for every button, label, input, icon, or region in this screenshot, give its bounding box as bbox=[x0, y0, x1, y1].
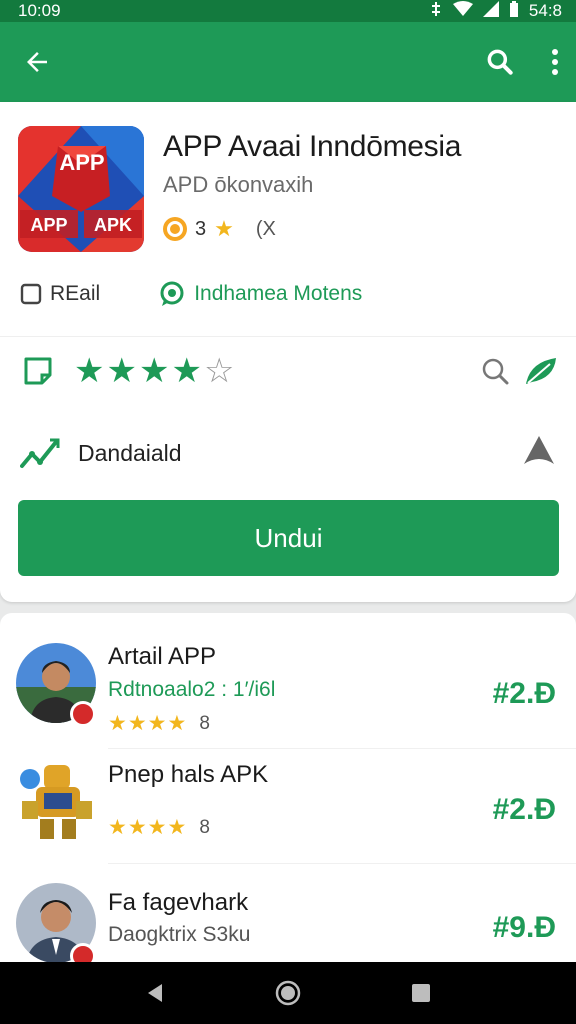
star-icon: ★ bbox=[127, 816, 147, 839]
app-rating-value: 3 bbox=[195, 217, 207, 240]
wifi-icon bbox=[452, 0, 473, 22]
downloads-row: Dandaiald bbox=[20, 434, 556, 473]
install-button[interactable]: Undui bbox=[18, 500, 559, 576]
tag-left[interactable]: REail bbox=[20, 282, 100, 306]
list-item-price[interactable]: #9.Ɖ bbox=[493, 911, 556, 945]
chat-bubble-icon bbox=[160, 281, 184, 306]
star-filled-icon[interactable]: ★ bbox=[106, 354, 136, 388]
coin-icon bbox=[163, 217, 187, 241]
star-icon: ★ bbox=[167, 712, 187, 735]
list-item-title: Pnep hals APK bbox=[108, 761, 269, 788]
star-filled-icon[interactable]: ★ bbox=[74, 354, 104, 388]
app-icon[interactable]: APP APP APK bbox=[18, 126, 144, 252]
svg-text:APP: APP bbox=[30, 215, 67, 235]
star-filled-icon[interactable]: ★ bbox=[171, 354, 201, 388]
star-icon: ★ bbox=[108, 712, 127, 735]
status-icons: 54:8 bbox=[429, 0, 562, 22]
overflow-menu-button[interactable] bbox=[550, 48, 560, 76]
list-item-title: Artail APP bbox=[108, 643, 217, 670]
tag-right-label: Indhamea Motens bbox=[194, 282, 363, 305]
avatar bbox=[16, 761, 96, 841]
nav-home-icon[interactable] bbox=[274, 979, 302, 1007]
more-vert-icon bbox=[552, 49, 558, 75]
divider bbox=[0, 336, 576, 337]
list-item-price[interactable]: #2.Ɖ bbox=[493, 793, 556, 827]
related-apps-list: Artail APP Rdtnoaalo2 : 1′/i6l ★ ★ ★ ★ 8… bbox=[0, 613, 576, 973]
nav-back-icon[interactable] bbox=[144, 982, 166, 1004]
status-bar: 10:09 54:8 bbox=[0, 0, 576, 22]
search-button[interactable] bbox=[484, 46, 516, 78]
data-saver-icon bbox=[429, 1, 443, 22]
tags-row: REail Indhamea Motens bbox=[20, 280, 362, 308]
divider bbox=[108, 748, 576, 749]
tag-right[interactable]: Indhamea Motens bbox=[158, 280, 362, 308]
app-developer[interactable]: APD ōkonvaxih bbox=[163, 172, 313, 198]
star-icon: ★ bbox=[108, 816, 127, 839]
list-item-rating-num: 8 bbox=[199, 712, 210, 734]
status-time: 10:09 bbox=[18, 1, 61, 20]
star-filled-icon[interactable]: ★ bbox=[139, 354, 169, 388]
list-item-title: Fa fagevhark bbox=[108, 889, 249, 916]
checkbox-icon bbox=[20, 283, 42, 305]
battery-icon bbox=[509, 0, 519, 22]
nav-recents-icon[interactable] bbox=[410, 982, 432, 1004]
app-rating-row: 3 ★ (X bbox=[163, 216, 276, 242]
svg-text:APP: APP bbox=[59, 150, 104, 175]
list-item-rating-num: 8 bbox=[199, 816, 210, 838]
list-item-stars: ★ ★ ★ ★ 8 bbox=[108, 711, 210, 736]
list-item-subtitle: Rdtnoaalo2 : 1′/i6l bbox=[108, 678, 276, 701]
star-icon: ★ bbox=[147, 712, 167, 735]
signal-icon bbox=[482, 0, 499, 22]
search-icon[interactable] bbox=[480, 356, 510, 386]
battery-percent: 54:8 bbox=[528, 1, 562, 20]
downloads-label: Dandaiald bbox=[78, 440, 182, 466]
rate-row: ★ ★ ★ ★ ☆ bbox=[22, 354, 558, 388]
search-icon bbox=[487, 49, 513, 75]
app-detail-card: APP APP APK APP Avaai Inndōmesia APD ōko… bbox=[0, 102, 576, 602]
rating-stars[interactable]: ★ ★ ★ ★ ☆ bbox=[74, 354, 234, 388]
app-toolbar bbox=[0, 22, 576, 102]
arrow-left-icon bbox=[27, 52, 47, 72]
star-empty-icon[interactable]: ☆ bbox=[204, 354, 234, 388]
navigation-arrow-icon[interactable] bbox=[522, 434, 556, 468]
svg-text:APK: APK bbox=[94, 215, 132, 235]
trend-icon bbox=[20, 438, 60, 468]
list-item-subtitle: Daogktrix S3ku bbox=[108, 923, 251, 946]
list-item-price[interactable]: #2.Ɖ bbox=[493, 677, 556, 711]
list-item[interactable]: Artail APP Rdtnoaalo2 : 1′/i6l ★ ★ ★ ★ 8… bbox=[0, 635, 576, 753]
badge-icon bbox=[70, 701, 96, 727]
app-rating-extra: (X bbox=[255, 217, 276, 240]
back-button[interactable] bbox=[22, 47, 52, 77]
list-item-stars: ★ ★ ★ ★ 8 bbox=[108, 815, 210, 840]
app-title: APP Avaai Inndōmesia bbox=[163, 130, 462, 163]
divider bbox=[108, 863, 576, 864]
star-icon: ★ bbox=[214, 216, 234, 241]
star-icon: ★ bbox=[147, 816, 167, 839]
system-nav-bar bbox=[0, 962, 576, 1024]
leaf-icon[interactable] bbox=[524, 356, 558, 386]
star-icon: ★ bbox=[127, 712, 147, 735]
list-item[interactable]: Pnep hals APK ★ ★ ★ ★ 8 #2.Ɖ bbox=[0, 753, 576, 871]
list-item[interactable]: Fa fagevhark Daogktrix S3ku #9.Ɖ bbox=[0, 875, 576, 973]
note-icon[interactable] bbox=[22, 355, 54, 387]
star-icon: ★ bbox=[167, 816, 187, 839]
tag-left-label: REail bbox=[50, 282, 101, 305]
